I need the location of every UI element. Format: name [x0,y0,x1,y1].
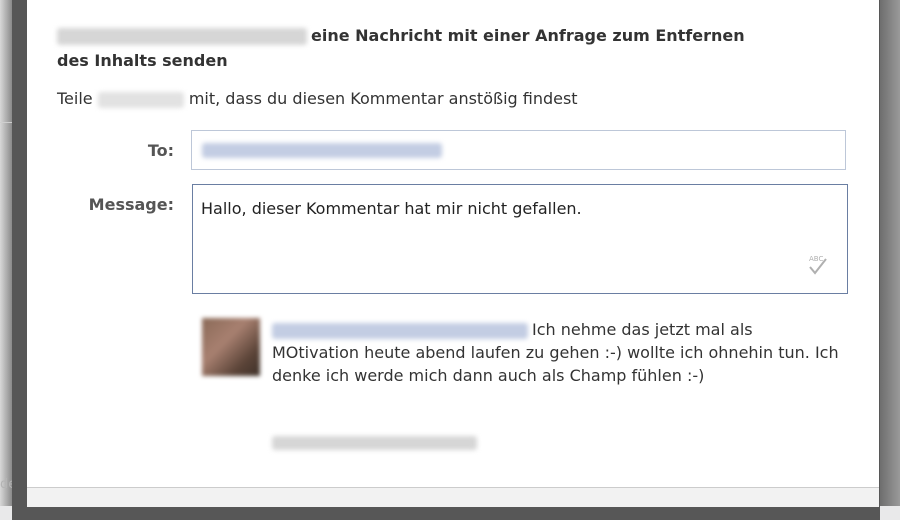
redacted-recipient-token [202,143,442,158]
dialog-subtext: Teile mit, dass du diesen Kommentar anst… [57,89,578,108]
commenter-avatar [202,318,260,376]
page-backdrop-right [880,0,900,506]
redacted-commenter-name [272,322,528,339]
spellcheck-icon: ABC [809,255,827,275]
dialog-footer [27,487,879,507]
svg-text:ABC: ABC [809,255,823,263]
message-label: Message: [88,195,174,214]
redacted-recipient-name [57,28,307,45]
dialog-heading: eine Nachricht mit einer Anfrage zum Ent… [57,23,857,73]
report-message-dialog: eine Nachricht mit einer Anfrage zum Ent… [27,0,879,507]
to-field[interactable] [191,130,846,170]
to-label: To: [147,141,174,160]
quoted-comment: Ich nehme das jetzt mal als MOtivation h… [272,318,842,387]
redacted-comment-timestamp [272,436,477,450]
subtext-prefix: Teile [57,89,93,108]
message-textarea[interactable]: Hallo, dieser Kommentar hat mir nicht ge… [192,184,848,294]
heading-text: eine Nachricht mit einer Anfrage zum Ent… [311,26,745,45]
heading-text-line2: des Inhalts senden [57,51,228,70]
backdrop-divider [0,122,12,123]
subtext-suffix: mit, dass du diesen Kommentar anstößig f… [188,89,578,108]
redacted-recipient-first-name [97,91,184,108]
page-backdrop-left [0,0,12,506]
